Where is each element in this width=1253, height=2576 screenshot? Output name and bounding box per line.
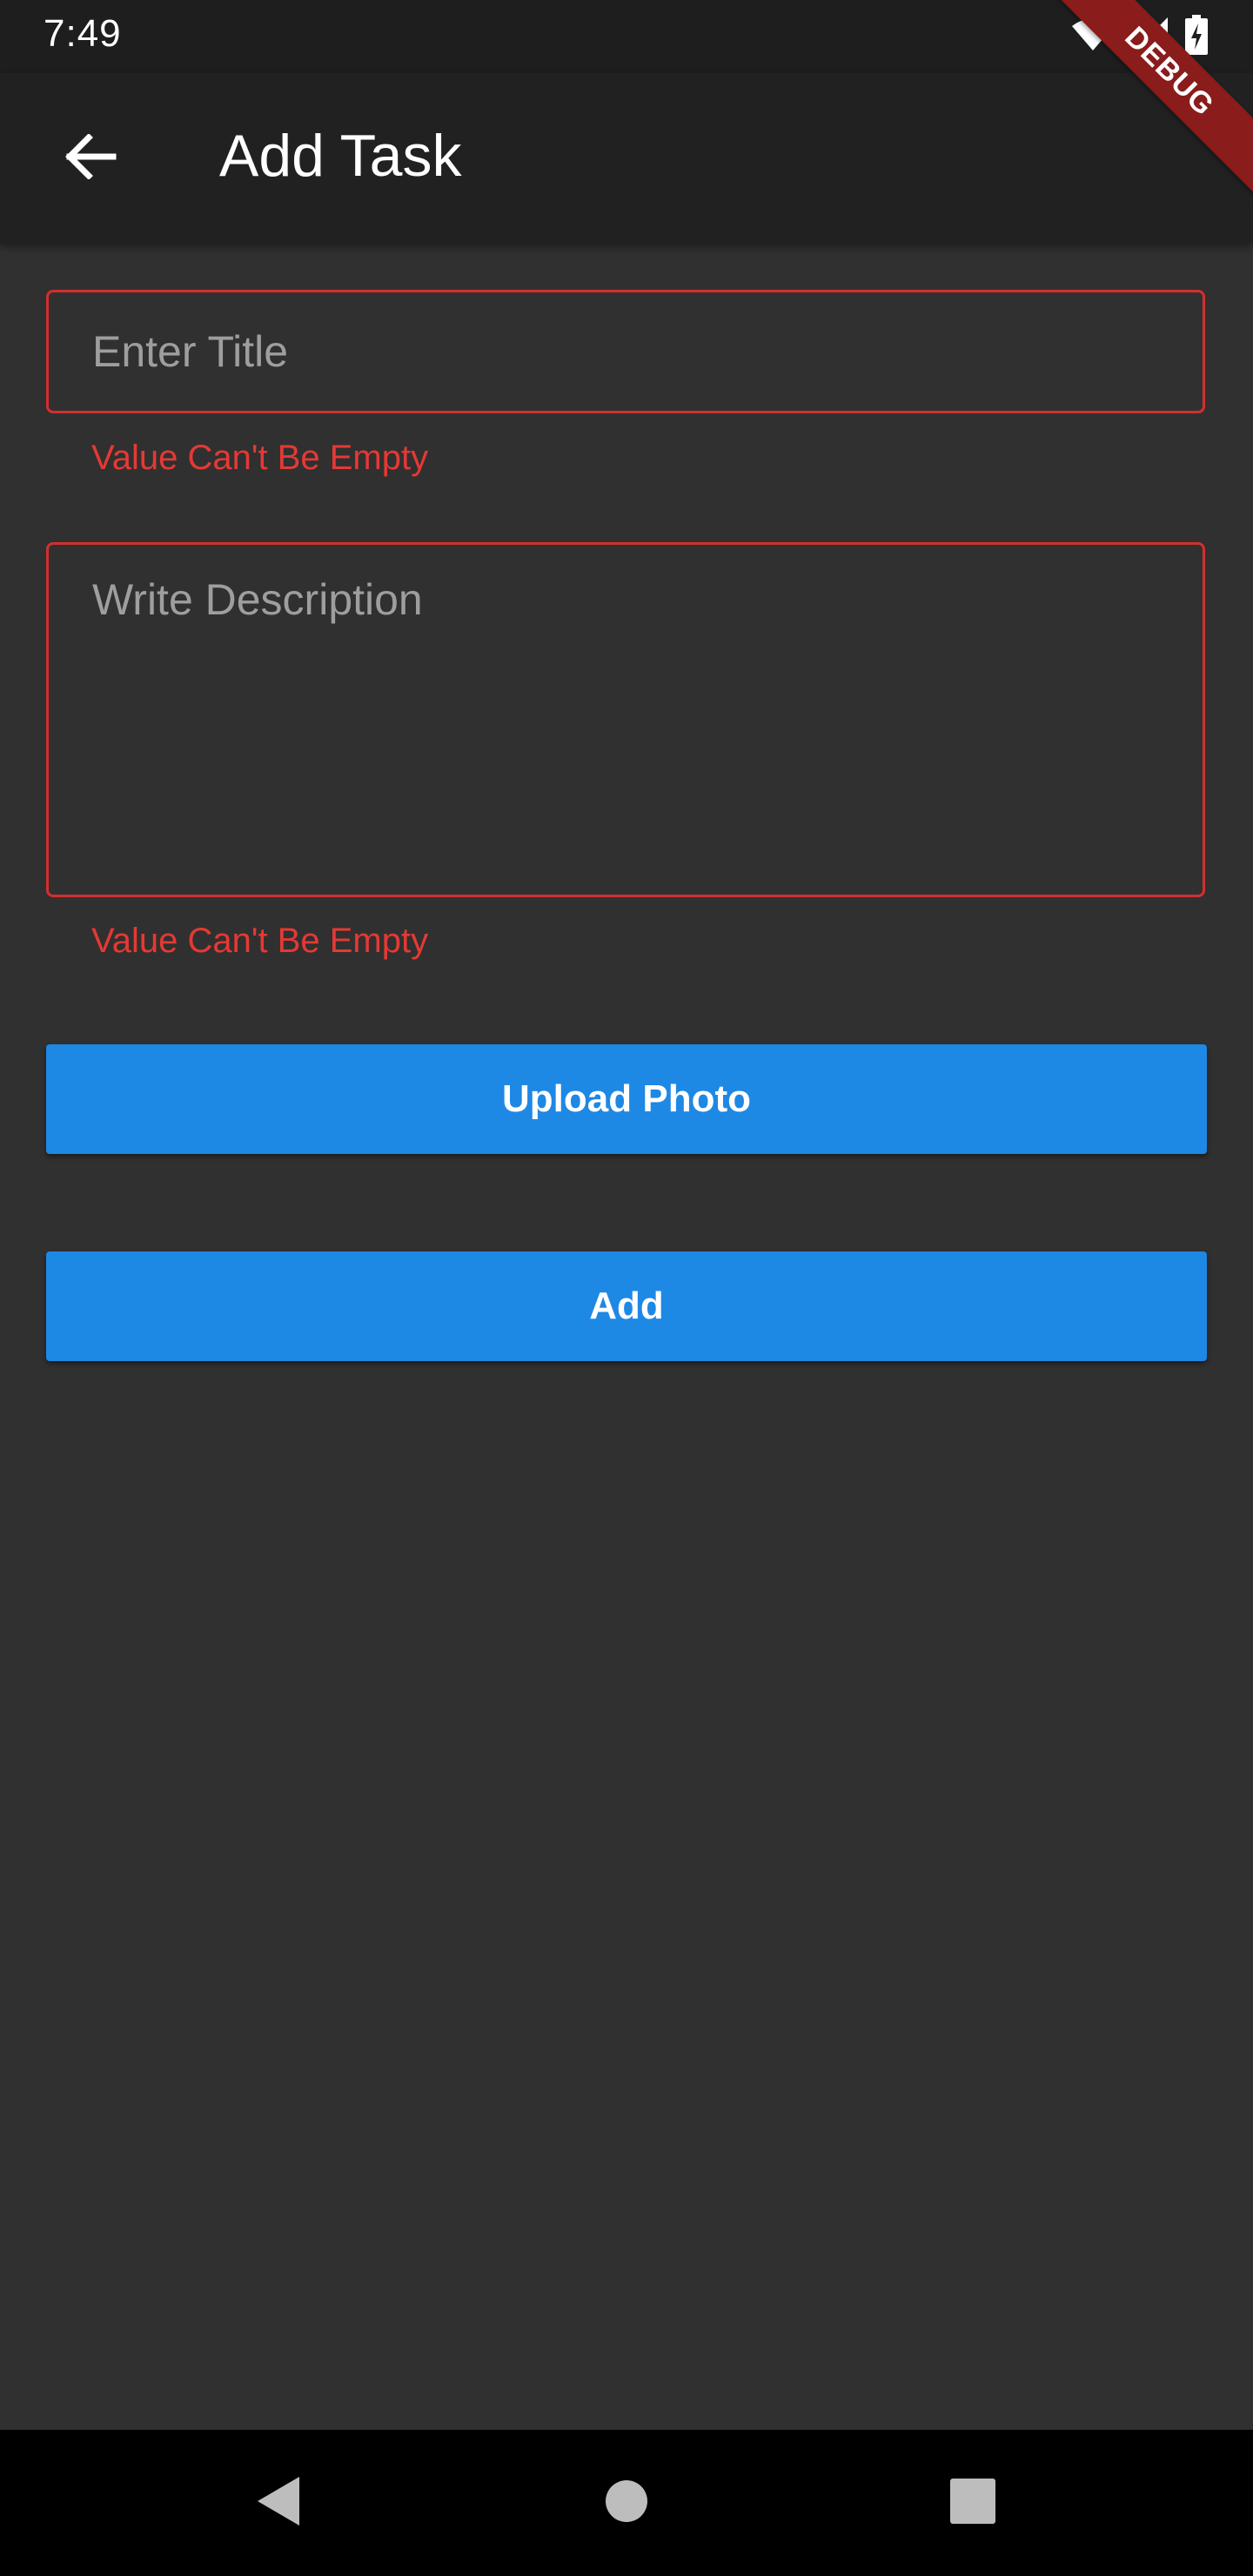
add-button[interactable]: Add [46,1251,1207,1361]
status-bar: 7:49 [0,0,1253,73]
title-input[interactable] [49,292,1203,411]
nav-home-icon [604,2479,649,2528]
battery-charging-icon [1185,14,1208,59]
nav-back-button[interactable] [235,2459,322,2546]
back-button[interactable] [45,113,136,204]
page-title: Add Task [219,123,462,189]
description-input[interactable] [49,545,1203,895]
add-task-screen: 7:49 DEBUG Add Task Enter Title Value Ca… [0,0,1253,2576]
nav-recents-icon [949,2478,996,2529]
app-bar: Add Task [0,73,1253,244]
upload-photo-button[interactable]: Upload Photo [46,1044,1207,1154]
nav-home-button[interactable] [583,2459,670,2546]
description-field [46,542,1205,897]
status-time: 7:49 [44,12,122,55]
title-field [46,290,1205,413]
nav-back-icon [254,2475,303,2532]
nav-recents-button[interactable] [929,2459,1016,2546]
description-error-text: Value Can't Be Empty [91,922,429,960]
title-error-text: Value Can't Be Empty [91,439,429,477]
arrow-back-icon [64,132,117,184]
navigation-bar [0,2430,1253,2576]
